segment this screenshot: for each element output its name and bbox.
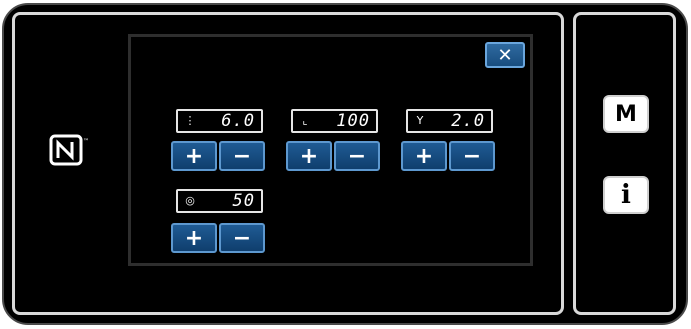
minus-icon: − xyxy=(462,143,482,169)
info-button[interactable]: i xyxy=(603,176,649,214)
stitch-pitch-field[interactable]: ⋮ 6.0 xyxy=(176,109,263,133)
presser-foot-value: 100 xyxy=(336,111,370,131)
bobbin-counter-value: 50 xyxy=(232,191,255,211)
presser-foot-field[interactable]: ⌞ 100 xyxy=(291,109,378,133)
mode-button[interactable]: M xyxy=(603,95,649,133)
plus-icon: + xyxy=(299,143,319,169)
bobbin-counter-icon: ◎ xyxy=(185,194,195,207)
thread-tension-field[interactable]: Y 2.0 xyxy=(406,109,493,133)
bobbin-counter-plus-button[interactable]: + xyxy=(171,223,217,253)
info-icon: i xyxy=(621,180,631,210)
plus-icon: + xyxy=(414,143,434,169)
close-icon: ✕ xyxy=(497,44,513,66)
presser-foot-icon: ⌞ xyxy=(302,114,308,127)
stitch-pitch-minus-button[interactable]: − xyxy=(219,141,265,171)
bobbin-counter-field[interactable]: ◎ 50 xyxy=(176,189,263,213)
thread-tension-value: 2.0 xyxy=(451,111,485,131)
thread-tension-icon: Y xyxy=(416,114,424,127)
stitch-pitch-value: 6.0 xyxy=(221,111,255,131)
nfc-icon: ™ xyxy=(49,134,89,166)
minus-icon: − xyxy=(347,143,367,169)
thread-tension-minus-button[interactable]: − xyxy=(449,141,495,171)
stitch-pitch-plus-button[interactable]: + xyxy=(171,141,217,171)
minus-icon: − xyxy=(232,143,252,169)
presser-foot-plus-button[interactable]: + xyxy=(286,141,332,171)
presser-foot-minus-button[interactable]: − xyxy=(334,141,380,171)
thread-tension-plus-button[interactable]: + xyxy=(401,141,447,171)
close-button[interactable]: ✕ xyxy=(485,42,525,68)
plus-icon: + xyxy=(184,143,204,169)
svg-text:™: ™ xyxy=(83,138,89,145)
minus-icon: − xyxy=(232,225,252,251)
stitch-pitch-icon: ⋮ xyxy=(184,114,196,127)
plus-icon: + xyxy=(184,225,204,251)
mode-label: M xyxy=(615,101,637,127)
side-panel xyxy=(573,12,676,315)
bobbin-counter-minus-button[interactable]: − xyxy=(219,223,265,253)
